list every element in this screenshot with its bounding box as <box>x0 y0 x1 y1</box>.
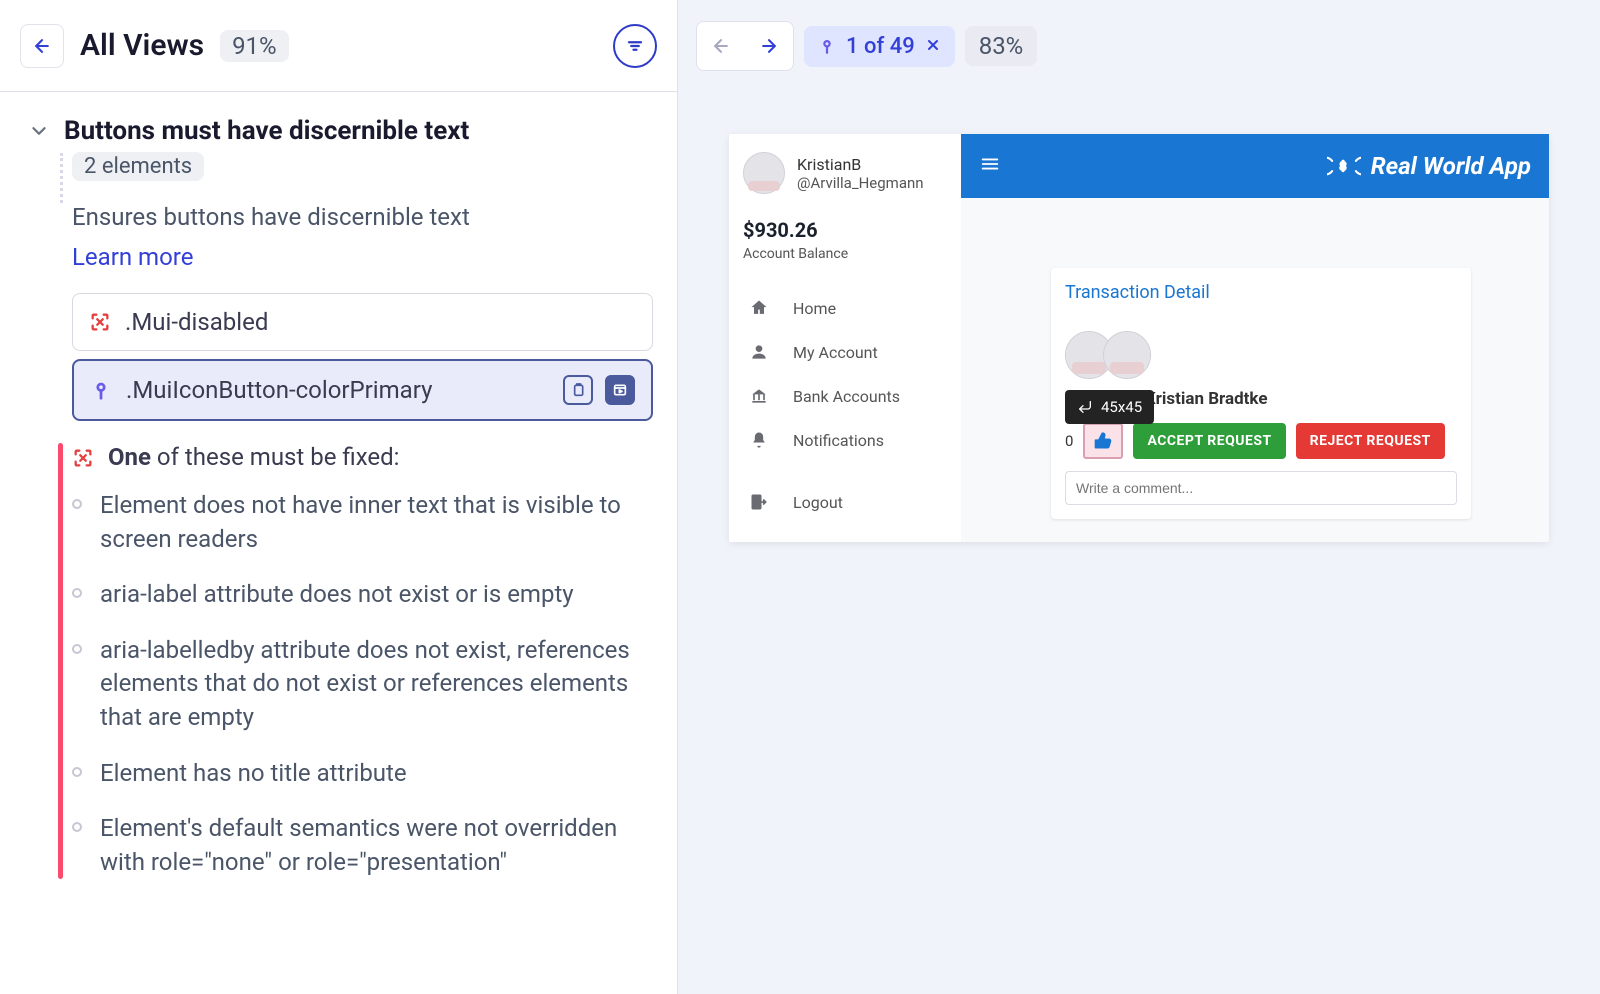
menu-icon <box>979 153 1001 175</box>
enter-icon <box>1077 399 1093 415</box>
balance-amount: $930.26 <box>743 218 947 242</box>
selector-label: .Mui-disabled <box>125 308 268 336</box>
user-block: KristianB @Arvilla_Hegmann <box>743 152 947 194</box>
prev-button[interactable] <box>697 22 745 70</box>
issue-body: Buttons must have discernible text 2 ele… <box>0 92 677 994</box>
user-name: KristianB <box>797 155 924 174</box>
bank-icon <box>749 386 769 406</box>
pin-icon <box>818 37 836 55</box>
user-handle: @Arvilla_Hegmann <box>797 174 924 192</box>
copy-button[interactable] <box>563 375 593 405</box>
chevron-down-icon <box>28 120 50 142</box>
logout-icon <box>749 492 769 512</box>
sidebar-item-label: Notifications <box>793 431 884 450</box>
nav-button-group <box>696 21 794 71</box>
sidebar-item-label: Bank Accounts <box>793 387 900 406</box>
rule-description: Ensures buttons have discernible text <box>72 203 653 231</box>
app-title: $ Real World App <box>1327 152 1531 180</box>
app-main: $ Real World App Transaction Detail requ… <box>961 134 1549 542</box>
fix-block: One of these must be fixed: Element does… <box>72 443 653 879</box>
filter-button[interactable] <box>613 24 657 68</box>
thumbs-up-icon <box>1093 431 1113 451</box>
selector-list: .Mui-disabled .MuiIconButton-colorPrimar… <box>72 293 653 421</box>
preview-window: KristianB @Arvilla_Hegmann $930.26 Accou… <box>729 134 1549 542</box>
home-icon <box>749 298 769 318</box>
fix-item: Element has no title attribute <box>72 757 653 791</box>
filter-icon <box>626 37 644 55</box>
sidebar-item-notifications[interactable]: Notifications <box>743 418 947 462</box>
sidebar-item-bank[interactable]: Bank Accounts <box>743 374 947 418</box>
right-header: 1 of 49 83% <box>678 0 1600 92</box>
rule-header[interactable]: Buttons must have discernible text <box>28 116 653 146</box>
content-area: Transaction Detail requested Kristian Br… <box>961 198 1549 542</box>
next-button[interactable] <box>745 22 793 70</box>
back-button[interactable] <box>20 24 64 68</box>
comment-input[interactable] <box>1065 471 1457 505</box>
zoom-badge: 83% <box>965 26 1038 66</box>
selector-item-iconbutton[interactable]: .MuiIconButton-colorPrimary <box>72 359 653 421</box>
app-bar: $ Real World App <box>961 134 1549 198</box>
menu-button[interactable] <box>979 153 999 179</box>
issues-panel: All Views 91% Buttons must have discerni… <box>0 0 678 994</box>
rule-title: Buttons must have discernible text <box>64 116 469 146</box>
logo-icon: $ <box>1327 153 1361 179</box>
close-chip-button[interactable] <box>925 34 941 59</box>
sidebar-item-logout[interactable]: Logout <box>743 480 947 524</box>
accept-button[interactable]: ACCEPT REQUEST <box>1133 423 1285 459</box>
like-button[interactable] <box>1083 423 1123 459</box>
window-play-icon <box>612 382 628 398</box>
target-broken-icon <box>72 447 94 469</box>
tx-avatars <box>1065 331 1457 379</box>
card-header: Transaction Detail <box>1065 282 1457 303</box>
fix-item: aria-label attribute does not exist or i… <box>72 578 653 612</box>
preview-stage: KristianB @Arvilla_Hegmann $930.26 Accou… <box>678 92 1600 994</box>
arrow-left-icon <box>32 36 52 56</box>
like-count: 0 <box>1065 432 1073 450</box>
reject-button[interactable]: REJECT REQUEST <box>1296 423 1445 459</box>
avatar <box>1103 331 1151 379</box>
score-badge: 91% <box>220 30 289 62</box>
selector-item-disabled[interactable]: .Mui-disabled <box>72 293 653 351</box>
pin-icon <box>90 379 112 401</box>
sidebar-item-home[interactable]: Home <box>743 286 947 330</box>
svg-text:$: $ <box>1339 160 1345 173</box>
avatar <box>743 152 785 194</box>
close-icon <box>925 37 941 53</box>
sidebar-item-account[interactable]: My Account <box>743 330 947 374</box>
selector-label: .MuiIconButton-colorPrimary <box>126 376 432 404</box>
side-nav: Home My Account Bank Accounts Notif <box>743 286 947 524</box>
sidebar-item-label: Home <box>793 299 836 318</box>
sidebar-item-label: My Account <box>793 343 878 362</box>
fix-item: Element does not have inner text that is… <box>72 489 653 556</box>
left-header: All Views 91% <box>0 0 677 92</box>
learn-more-link[interactable]: Learn more <box>72 243 653 271</box>
fix-item: aria-labelledby attribute does not exist… <box>72 634 653 735</box>
sidebar-item-label: Logout <box>793 493 843 512</box>
highlight-button[interactable] <box>605 375 635 405</box>
dimension-tooltip: 45x45 <box>1065 390 1154 424</box>
target-broken-icon <box>89 311 111 333</box>
bell-icon <box>749 430 769 450</box>
page-title: All Views <box>80 28 204 63</box>
counter-text: 1 of 49 <box>846 34 915 59</box>
clipboard-icon <box>570 382 586 398</box>
element-counter-chip: 1 of 49 <box>804 26 955 67</box>
arrow-right-icon <box>759 36 779 56</box>
balance-label: Account Balance <box>743 246 947 262</box>
arrow-left-icon <box>711 36 731 56</box>
fix-item: Element's default semantics were not ove… <box>72 812 653 879</box>
action-row: 0 ACCEPT REQUEST REJECT REQUEST <box>1065 423 1457 459</box>
fix-heading: One of these must be fixed: <box>108 443 399 471</box>
preview-panel: 1 of 49 83% KristianB @Arvilla_Hegmann <box>678 0 1600 994</box>
fix-list: Element does not have inner text that is… <box>72 489 653 879</box>
person-icon <box>749 342 769 362</box>
app-sidebar: KristianB @Arvilla_Hegmann $930.26 Accou… <box>729 134 961 542</box>
element-count-badge: 2 elements <box>72 152 204 181</box>
